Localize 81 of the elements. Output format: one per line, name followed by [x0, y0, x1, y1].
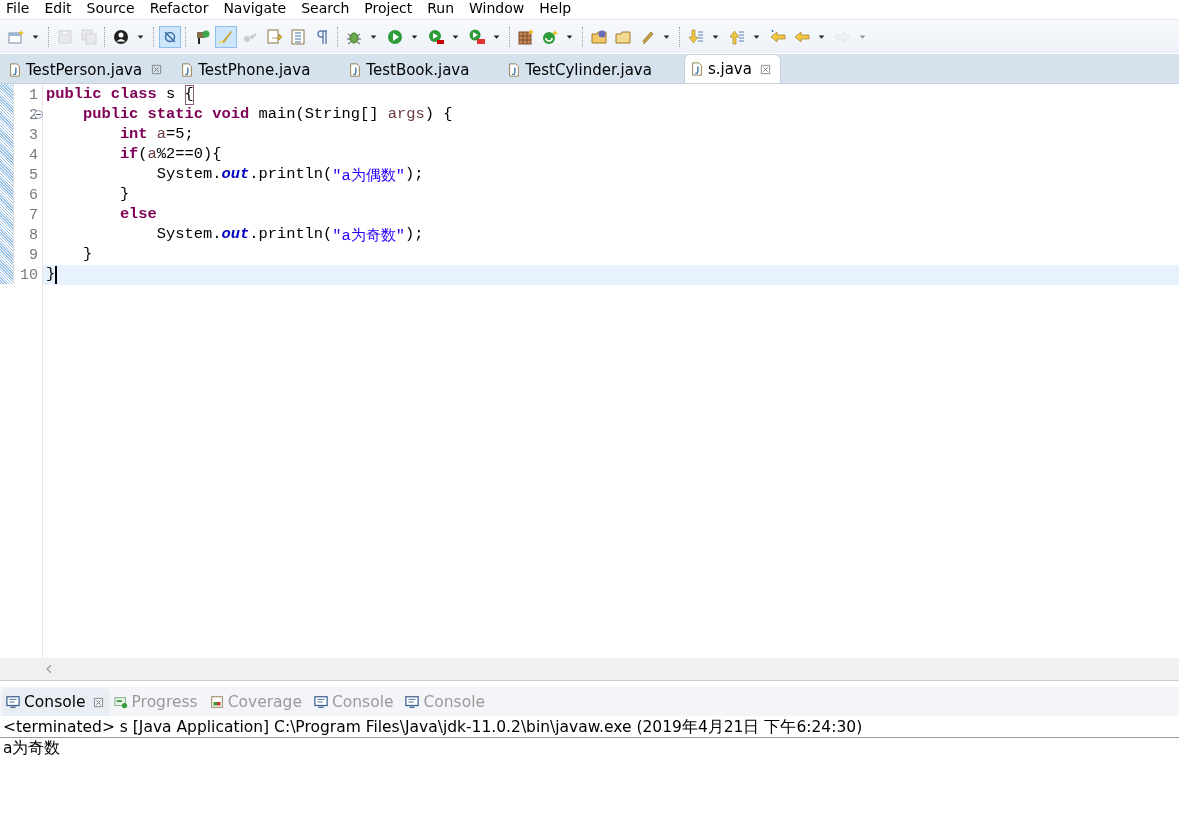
caret-icon [711, 32, 720, 41]
caret-icon [136, 32, 145, 41]
pilcrow-icon [314, 28, 330, 45]
menu-item[interactable]: Source [86, 0, 135, 17]
brush-icon [218, 28, 234, 45]
caret-icon [565, 32, 574, 41]
menu-item[interactable]: Run [427, 0, 455, 17]
menu-item[interactable]: Refactor [149, 0, 209, 17]
list-page-icon [290, 28, 306, 45]
document-icon [180, 62, 195, 77]
person-icon [113, 28, 129, 45]
menu-item[interactable]: Edit [44, 0, 72, 17]
code-line: int a=5; [118, 125, 195, 145]
line-number: 5 [29, 166, 39, 184]
play-icon [387, 28, 403, 45]
document-icon [348, 62, 363, 77]
console-header: <terminated> s [Java Application] C:\Program Files\Java\jdk-11.0.2\bin\javaw.exe (2019年4月21日 下午6:24:30) [0, 716, 1179, 738]
close-icon [150, 64, 162, 75]
code-line: public static void main(String[] args) { [81, 105, 454, 125]
monitor-icon [405, 695, 420, 709]
tab[interactable]: TestPerson.java [2, 55, 172, 83]
up-arrow-page-icon [729, 28, 745, 45]
window-icon [8, 28, 24, 45]
grid-box-icon [518, 28, 534, 45]
menu-item[interactable]: Help [539, 0, 572, 17]
line-number: 9 [29, 246, 39, 264]
console-output: a为奇数 [2, 738, 62, 758]
horizontal-scrollbar[interactable] [0, 658, 1179, 680]
code-line: else [118, 205, 158, 225]
close-icon [760, 63, 772, 75]
code-line: System.out.println("a为偶数"); [155, 165, 425, 185]
crossed-circle-icon [162, 28, 178, 45]
tab[interactable]: Console [2, 688, 110, 716]
line-number: 7 [29, 206, 39, 224]
menu-item[interactable]: Search [301, 0, 350, 17]
flag-icon [194, 28, 210, 45]
caret-icon [858, 32, 867, 41]
document-icon [689, 62, 704, 76]
document-icon [507, 62, 522, 77]
caret-icon [492, 32, 501, 41]
tab[interactable]: s.java [683, 54, 781, 83]
play-toolbox-icon [469, 28, 485, 45]
coverage-icon [209, 695, 224, 709]
caret-icon [662, 32, 671, 41]
floppy-disks-icon [81, 28, 97, 45]
close-icon [93, 696, 105, 708]
line-number: 8 [29, 226, 39, 244]
line-number: 3 [29, 126, 39, 144]
menu-item[interactable]: Window [469, 0, 525, 17]
caret-icon [451, 32, 460, 41]
caret-icon [369, 32, 378, 41]
code-line: } [81, 245, 94, 265]
folder-icon [591, 28, 607, 45]
line-number: 4 [29, 146, 39, 164]
chevron-left-icon [44, 664, 54, 674]
code-line: if(a%2==0){ [118, 145, 223, 165]
document-icon [8, 62, 22, 77]
caret-icon [31, 32, 40, 41]
left-arrow-icon [770, 28, 786, 45]
menu-item[interactable]: File [6, 0, 30, 17]
line-number: 1 [29, 86, 39, 104]
monitor-icon [313, 695, 328, 709]
menu-item[interactable]: Project [364, 0, 413, 17]
menu-item[interactable]: Navigate [223, 0, 287, 17]
monitor-icon [6, 695, 20, 709]
folder-icon [615, 28, 631, 45]
tab[interactable]: TestBook.java [342, 55, 499, 83]
code-line: public class s { [45, 85, 195, 105]
tab[interactable]: TestCylinder.java [501, 55, 681, 83]
code-line: } [118, 185, 131, 205]
line-number: 10 [20, 266, 39, 284]
left-arrow-icon [794, 28, 810, 45]
caret-icon [410, 32, 419, 41]
caret-icon [817, 32, 826, 41]
play-dot-icon [428, 28, 444, 45]
line-number: 6 [29, 186, 39, 204]
progress-icon [113, 695, 128, 709]
code-line: System.out.println("a为奇数"); [155, 225, 425, 245]
caret-icon [752, 32, 761, 41]
down-arrow-page-icon [688, 28, 704, 45]
tab[interactable]: TestPhone.java [174, 55, 340, 83]
